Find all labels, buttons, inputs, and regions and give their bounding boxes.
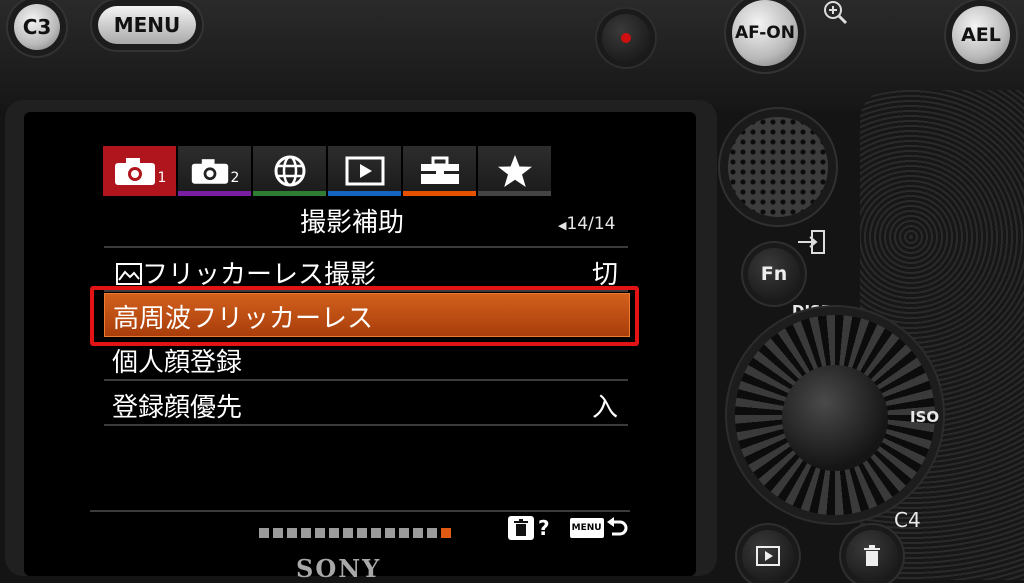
scroll-square — [259, 528, 269, 538]
scroll-square — [427, 528, 437, 538]
divider — [104, 424, 628, 426]
tab-color-strip — [328, 191, 401, 196]
tab-color-strip — [253, 191, 326, 196]
trash-icon — [514, 519, 528, 536]
menu-item-value: 入 — [591, 393, 618, 423]
playback-button-icon — [756, 546, 780, 566]
tab-my-menu[interactable] — [478, 146, 551, 196]
globe-icon — [274, 155, 305, 187]
c4-label: C4 — [894, 508, 921, 532]
footer-guide: ? MENU — [508, 516, 628, 540]
tab-number: 1 — [157, 170, 167, 186]
help-mark: ? — [538, 516, 550, 540]
scroll-square — [315, 528, 325, 538]
back-arrow-icon — [606, 517, 628, 536]
playback-button[interactable] — [742, 530, 794, 582]
tab-playback[interactable] — [328, 146, 401, 196]
tab-color-strip — [103, 191, 176, 196]
af-on-button[interactable]: AF-ON — [732, 0, 798, 66]
page-indicator: ◀14/14 — [558, 214, 615, 234]
scroll-square — [371, 528, 381, 538]
divider — [104, 379, 628, 381]
selection-highlight-frame — [90, 286, 639, 346]
tab-color-strip — [178, 191, 251, 196]
camera-2-icon — [191, 159, 228, 184]
iso-label: ISO — [910, 408, 940, 426]
still-image-icon — [116, 263, 142, 285]
page-number: 14/14 — [566, 214, 616, 234]
tab-color-strip — [478, 191, 551, 196]
menu-item-label: 登録顔優先 — [112, 393, 243, 423]
scroll-square — [273, 528, 283, 538]
scroll-square — [385, 528, 395, 538]
menu-item-face-registration[interactable]: 個人顔登録 — [104, 338, 628, 380]
scroll-square — [301, 528, 311, 538]
camera-1-icon — [114, 158, 155, 185]
zoom-in-icon — [822, 0, 850, 26]
scroll-square — [329, 528, 339, 538]
menu-button[interactable]: MENU — [98, 6, 196, 44]
scroll-square — [343, 528, 353, 538]
multi-selector[interactable] — [728, 117, 828, 217]
brand-logo: SONY — [296, 554, 382, 583]
divider — [90, 510, 630, 512]
page-scroll-indicator — [259, 528, 451, 538]
tab-camera-2[interactable]: 2 — [178, 146, 251, 196]
send-to-smartphone-icon — [796, 228, 828, 256]
toolbox-icon — [420, 156, 459, 184]
star-icon — [497, 155, 532, 187]
divider — [104, 246, 628, 248]
scroll-square-current — [441, 528, 451, 538]
menu-guide-label: MENU — [569, 518, 604, 538]
tab-network[interactable] — [253, 146, 326, 196]
tab-number: 2 — [230, 170, 240, 186]
scroll-square — [399, 528, 409, 538]
menu-item-registered-face-priority[interactable]: 登録顔優先 入 — [104, 383, 628, 425]
playback-icon — [345, 156, 384, 186]
fn-button[interactable]: Fn — [748, 248, 800, 300]
delete-guide — [508, 516, 534, 540]
record-button[interactable] — [602, 14, 650, 62]
c3-button[interactable]: C3 — [14, 4, 60, 50]
scroll-square — [357, 528, 367, 538]
scroll-square — [413, 528, 423, 538]
menu-page-title: 撮影補助 — [300, 208, 405, 238]
delete-button[interactable] — [846, 530, 898, 582]
menu-tab-bar: 1 2 — [103, 146, 553, 196]
tab-camera-1[interactable]: 1 — [103, 146, 176, 196]
center-button[interactable] — [782, 365, 888, 471]
scroll-square — [287, 528, 297, 538]
tab-setup[interactable] — [403, 146, 476, 196]
record-dot-icon — [621, 33, 631, 43]
ael-button[interactable]: AEL — [952, 6, 1010, 64]
tab-color-strip — [403, 191, 476, 196]
fn-label: Fn — [760, 263, 788, 285]
menu-item-label: 個人顔登録 — [112, 348, 243, 378]
trash-icon — [864, 545, 880, 566]
